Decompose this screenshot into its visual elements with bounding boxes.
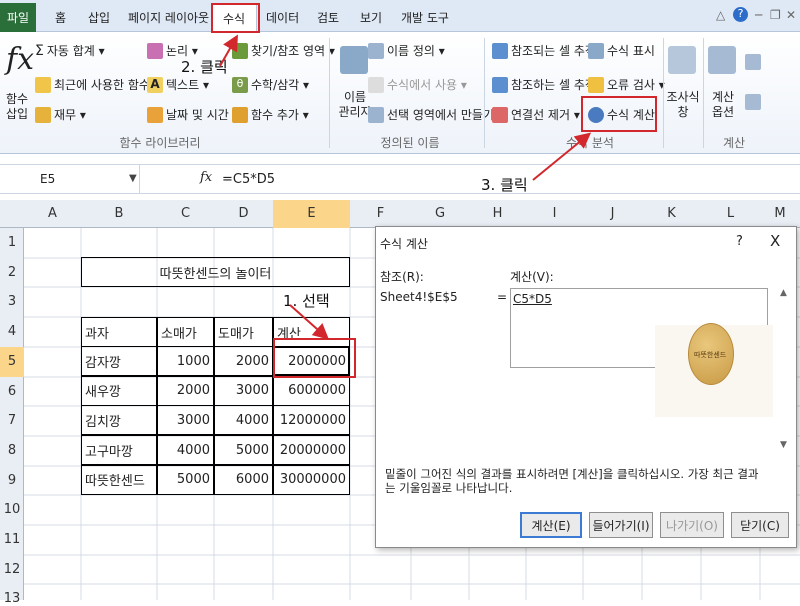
arrow-step3	[532, 132, 592, 181]
arrow-step1	[289, 304, 329, 340]
arrow-step2	[219, 34, 238, 67]
annotation-arrows	[219, 34, 592, 340]
